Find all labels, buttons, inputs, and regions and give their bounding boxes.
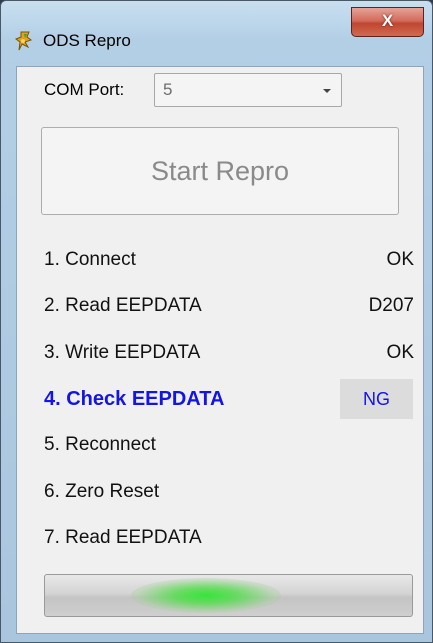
close-button[interactable]: X — [351, 7, 424, 37]
step-result: D207 — [368, 295, 414, 316]
com-port-value: 5 — [163, 80, 173, 99]
com-port-label: COM Port: — [44, 80, 125, 99]
step-label: 2. Read EEPDATA — [44, 295, 202, 316]
app-icon — [15, 31, 33, 51]
com-port-select[interactable]: 5 — [154, 73, 342, 107]
progress-bar — [44, 574, 413, 617]
step-row-reconnect: 5. Reconnect — [44, 430, 414, 460]
step-label: 7. Read EEPDATA — [44, 527, 202, 548]
step-label: 4. Check EEPDATA — [44, 388, 225, 410]
step-row-read-eepdata: 2. Read EEPDATA D207 — [44, 291, 414, 321]
start-repro-button[interactable]: Start Repro — [41, 127, 399, 215]
window-title: ODS Repro — [43, 31, 131, 50]
step-label: 6. Zero Reset — [44, 481, 160, 502]
title-bar[interactable]: ODS Repro X — [1, 1, 432, 71]
step-row-connect: 1. Connect OK — [44, 245, 414, 275]
step-result-badge: NG — [340, 379, 413, 419]
step-row-check-eepdata: 4. Check EEPDATA NG — [44, 379, 414, 419]
step-result: OK — [386, 342, 414, 363]
step-label: 5. Reconnect — [44, 434, 156, 455]
step-row-read-eepdata-final: 7. Read EEPDATA — [44, 523, 414, 553]
step-label: 1. Connect — [44, 249, 136, 270]
main-panel: COM Port: 5 Start Repro 1. Connect OK 2.… — [16, 66, 424, 634]
progress-marquee-glow — [131, 578, 281, 613]
step-label: 3. Write EEPDATA — [44, 342, 201, 363]
app-window: ODS Repro X COM Port: 5 Start Repro 1. C… — [0, 0, 433, 643]
step-row-zero-reset: 6. Zero Reset — [44, 477, 414, 507]
close-icon: X — [381, 11, 394, 30]
chevron-down-icon[interactable] — [323, 89, 331, 93]
step-result: OK — [386, 249, 414, 270]
step-row-write-eepdata: 3. Write EEPDATA OK — [44, 338, 414, 368]
